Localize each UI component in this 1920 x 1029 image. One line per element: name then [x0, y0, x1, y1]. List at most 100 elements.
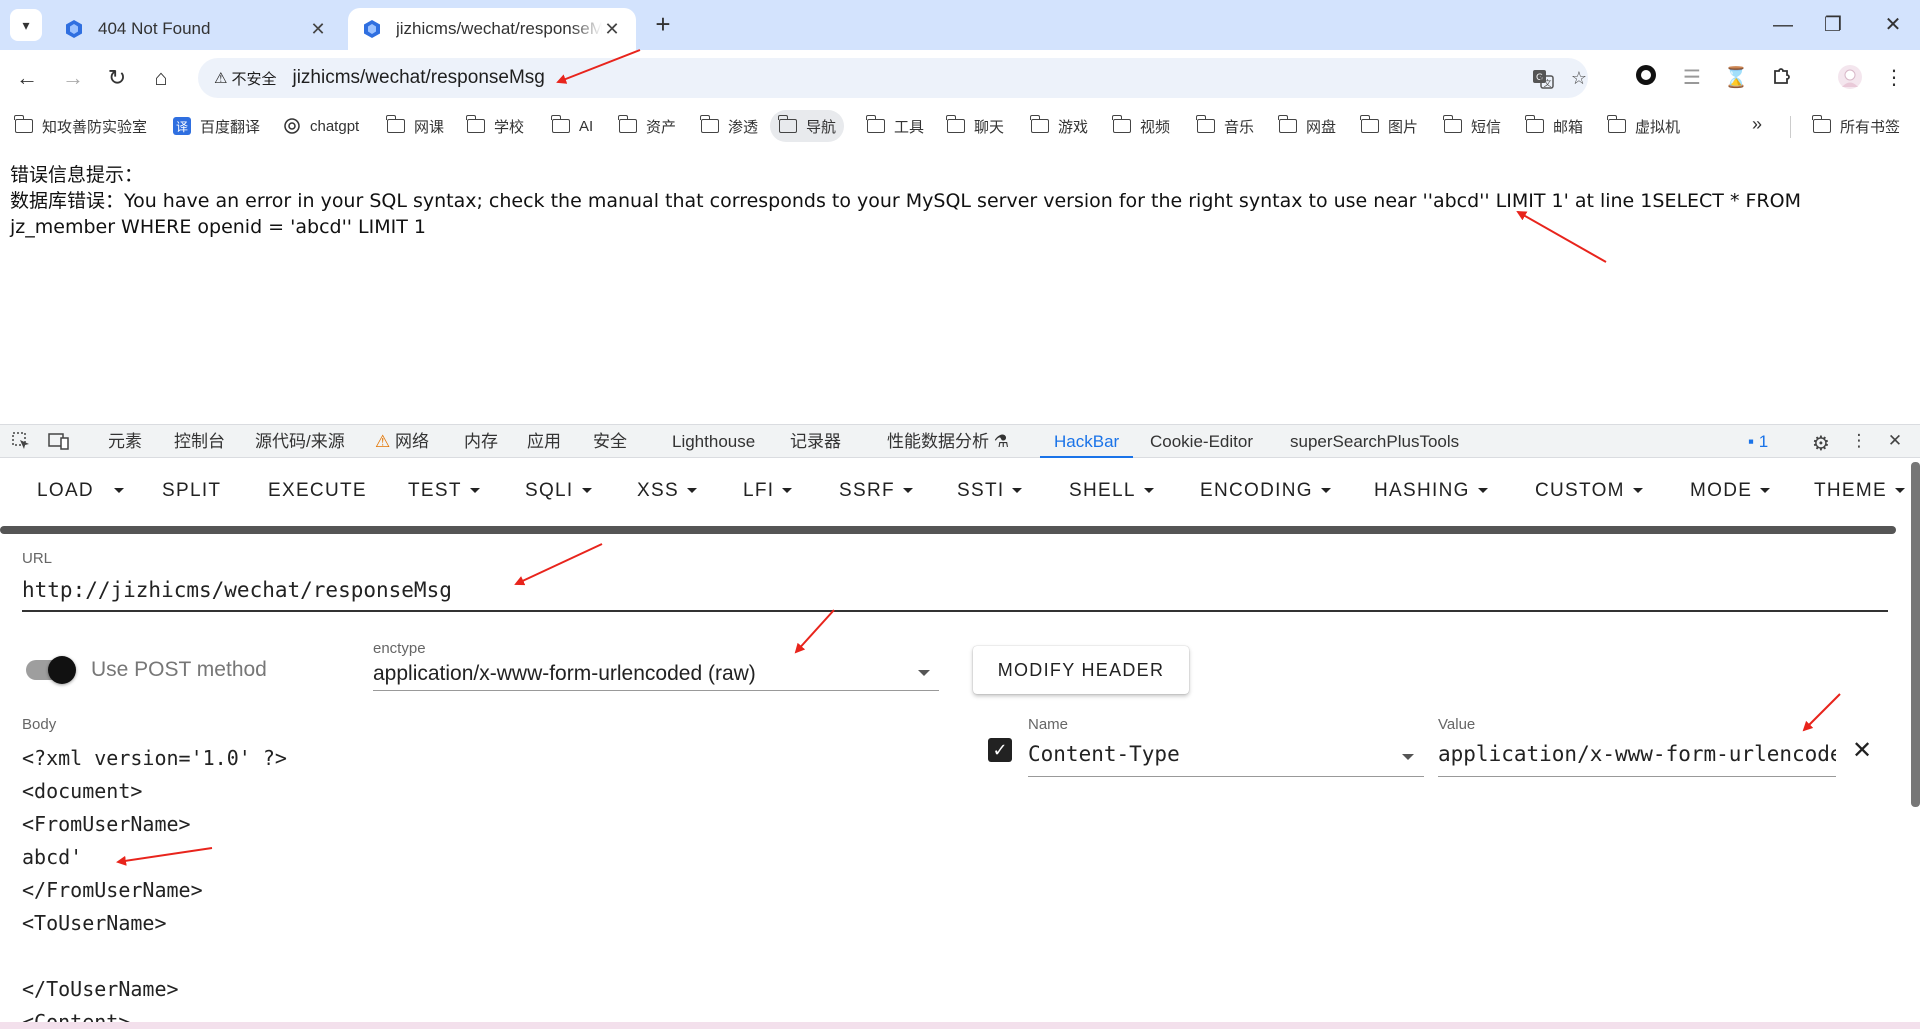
- forward-icon[interactable]: →: [56, 61, 90, 95]
- hackbar-menu-ssti[interactable]: SSTI: [957, 480, 1023, 502]
- bookmark-item[interactable]: 短信: [1443, 110, 1501, 142]
- hackbar-menu-load[interactable]: LOAD: [37, 480, 94, 502]
- hackbar-menu-execute[interactable]: EXECUTE: [268, 480, 367, 502]
- hackbar-menu-test[interactable]: TEST: [408, 480, 480, 502]
- devtools-tab[interactable]: superSearchPlusTools: [1290, 425, 1459, 458]
- hackbar-menu-xss[interactable]: XSS: [637, 480, 697, 502]
- restore-icon[interactable]: ❐: [1810, 8, 1856, 42]
- header-enabled-checkbox[interactable]: ✓: [988, 738, 1012, 762]
- bookmark-item[interactable]: 知攻善防实验室: [14, 110, 147, 142]
- issues-counter[interactable]: ▪ 1: [1748, 425, 1768, 458]
- bookmark-star-icon[interactable]: ☆: [1568, 68, 1590, 90]
- body-textarea[interactable]: <?xml version='1.0' ?> <document> <FromU…: [22, 742, 287, 1029]
- bookmark-item[interactable]: 邮箱: [1525, 110, 1583, 142]
- devtools-tab[interactable]: 记录器: [790, 425, 841, 458]
- hackbar-menu-custom[interactable]: CUSTOM: [1535, 480, 1643, 502]
- tab-404[interactable]: 404 Not Found ✕: [50, 8, 342, 50]
- bookmark-item[interactable]: 工具: [866, 110, 924, 142]
- error-title: 错误信息提示：: [10, 164, 144, 186]
- bookmark-item[interactable]: 网课: [386, 110, 444, 142]
- bookmark-item[interactable]: 音乐: [1196, 110, 1254, 142]
- close-devtools-icon[interactable]: ✕: [1884, 431, 1906, 453]
- bookmark-item[interactable]: 渗透: [700, 110, 758, 142]
- settings-gear-icon[interactable]: ⚙: [1810, 431, 1832, 455]
- bookmark-label: 知攻善防实验室: [42, 118, 148, 136]
- menu-extension-icon[interactable]: ☰: [1678, 64, 1706, 92]
- bookmark-item[interactable]: 学校: [466, 110, 524, 142]
- window-close-icon[interactable]: ✕: [1870, 8, 1916, 42]
- devtools-tab[interactable]: Cookie-Editor: [1150, 425, 1253, 458]
- record-extension-icon[interactable]: [1632, 64, 1660, 92]
- devtools-tab[interactable]: 源代码/来源: [255, 425, 345, 458]
- bookmarks-overflow-icon[interactable]: »: [1752, 114, 1762, 135]
- vertical-scrollbar[interactable]: [1911, 462, 1920, 807]
- close-icon[interactable]: ✕: [602, 19, 622, 40]
- menu-label: HASHING: [1374, 480, 1470, 501]
- bookmark-item[interactable]: 视频: [1112, 110, 1170, 142]
- minimize-icon[interactable]: —: [1760, 8, 1806, 42]
- dropdown-arrow-icon[interactable]: [1402, 754, 1414, 760]
- all-bookmarks[interactable]: 所有书签: [1812, 110, 1900, 142]
- horizontal-scrollbar[interactable]: [0, 526, 1896, 534]
- dropdown-arrow-icon[interactable]: [918, 670, 930, 676]
- delete-header-icon[interactable]: ✕: [1852, 736, 1872, 765]
- header-name-select[interactable]: Content-Type: [1028, 742, 1180, 766]
- tab-responsemsg[interactable]: jizhicms/wechat/responseMsg ✕: [348, 8, 636, 50]
- hackbar-menu-theme[interactable]: THEME: [1814, 480, 1905, 502]
- hackbar-menu-lfi[interactable]: LFI: [743, 480, 793, 502]
- hackbar-menu-shell[interactable]: SHELL: [1069, 480, 1154, 502]
- bookmark-item[interactable]: 资产: [618, 110, 676, 142]
- bookmark-item[interactable]: 游戏: [1030, 110, 1088, 142]
- inspect-element-icon[interactable]: [10, 431, 32, 453]
- devtools-tab[interactable]: HackBar: [1040, 425, 1134, 458]
- devtools-tab-label: 控制台: [174, 432, 225, 451]
- bookmark-item[interactable]: 导航: [770, 110, 845, 142]
- devtools-tab-label: superSearchPlusTools: [1290, 432, 1460, 451]
- bookmark-label: 百度翻译: [200, 118, 261, 136]
- devtools-tab[interactable]: Lighthouse: [672, 425, 755, 458]
- back-icon[interactable]: ←: [10, 61, 44, 95]
- devtools-tab[interactable]: ⚠ 网络: [375, 425, 429, 458]
- hourglass-extension-icon[interactable]: ⌛: [1722, 64, 1750, 92]
- devtools-tab[interactable]: 控制台: [174, 425, 225, 458]
- translate-icon[interactable]: G文: [1532, 68, 1554, 90]
- tab-strip: ▾ 404 Not Found ✕ jizhicms/wechat/respon…: [0, 0, 1920, 50]
- hackbar-menu-split[interactable]: SPLIT: [162, 480, 221, 502]
- reload-icon[interactable]: ↻: [100, 61, 134, 95]
- devtools-tab[interactable]: 元素: [108, 425, 142, 458]
- security-chip[interactable]: ⚠ 不安全: [208, 68, 286, 89]
- devtools-tab[interactable]: 内存: [464, 425, 498, 458]
- bookmark-item[interactable]: 译百度翻译: [172, 110, 260, 142]
- enctype-select[interactable]: application/x-www-form-urlencoded (raw): [373, 662, 756, 686]
- url-input[interactable]: http://jizhicms/wechat/responseMsg: [22, 578, 452, 602]
- more-vertical-icon[interactable]: ⋮: [1848, 431, 1870, 453]
- header-value-input[interactable]: application/x-www-form-urlencoded: [1438, 742, 1836, 766]
- close-icon[interactable]: ✕: [308, 19, 328, 40]
- home-icon[interactable]: ⌂: [144, 61, 178, 95]
- bookmark-item[interactable]: AI: [551, 110, 593, 142]
- extensions-puzzle-icon[interactable]: [1768, 64, 1796, 92]
- hackbar-menu-mode[interactable]: MODE: [1690, 480, 1771, 502]
- device-toolbar-icon[interactable]: [48, 431, 70, 453]
- profile-avatar[interactable]: [1836, 64, 1864, 92]
- load-options-caret[interactable]: [114, 480, 124, 502]
- new-tab-button[interactable]: +: [648, 10, 678, 40]
- modify-header-button[interactable]: MODIFY HEADER: [973, 646, 1189, 694]
- hackbar-menu-hashing[interactable]: HASHING: [1374, 480, 1488, 502]
- bookmark-item[interactable]: 网盘: [1278, 110, 1336, 142]
- bookmark-item[interactable]: 聊天: [946, 110, 1004, 142]
- address-bar[interactable]: ⚠ 不安全 jizhicms/wechat/responseMsg G文 ☆: [198, 58, 1588, 98]
- hackbar-menu-encoding[interactable]: ENCODING: [1200, 480, 1331, 502]
- hackbar-menu-sqli[interactable]: SQLI: [525, 480, 592, 502]
- bookmark-item[interactable]: 图片: [1360, 110, 1418, 142]
- post-toggle-thumb[interactable]: [48, 656, 76, 684]
- error-message: 数据库错误：You have an error in your SQL synt…: [10, 190, 1801, 212]
- tab-search-button[interactable]: ▾: [10, 9, 42, 41]
- devtools-tab[interactable]: 安全: [593, 425, 627, 458]
- more-vertical-icon[interactable]: ⋮: [1880, 64, 1908, 92]
- devtools-tab[interactable]: 性能数据分析 ⚗: [887, 425, 1009, 458]
- bookmark-item[interactable]: 虚拟机: [1607, 110, 1680, 142]
- hackbar-menu-ssrf[interactable]: SSRF: [839, 480, 913, 502]
- bookmark-item[interactable]: chatgpt: [282, 110, 359, 142]
- devtools-tab[interactable]: 应用: [527, 425, 561, 458]
